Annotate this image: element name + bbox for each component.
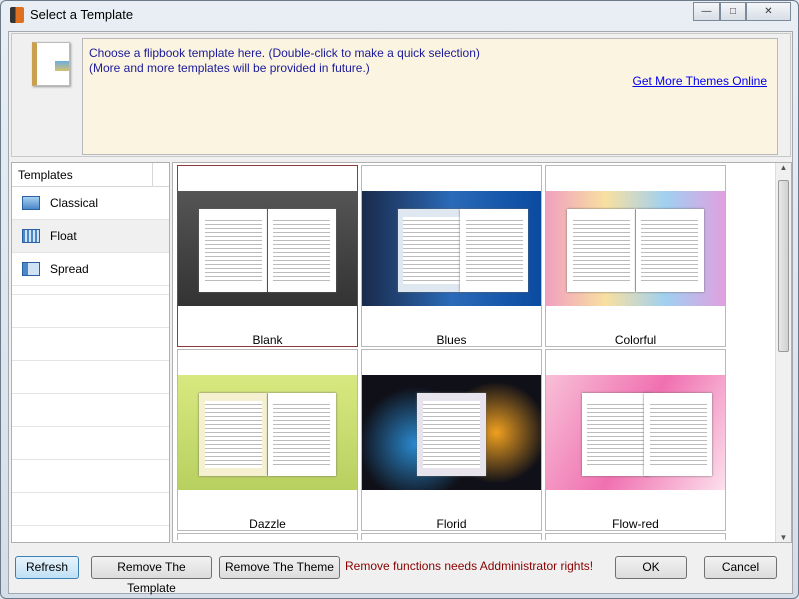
template-thumbnail: [546, 375, 725, 490]
scroll-down-icon[interactable]: ▼: [776, 533, 791, 542]
template-row-3[interactable]: [177, 533, 358, 540]
template-flow-red[interactable]: Flow-red: [545, 349, 726, 531]
window-title: Select a Template: [30, 7, 134, 22]
template-name: Flow-red: [612, 517, 659, 531]
template-name: Florid: [436, 517, 467, 531]
scrollbar-thumb[interactable]: [778, 180, 789, 352]
get-more-themes-link[interactable]: Get More Themes Online: [632, 74, 767, 89]
template-thumbnail: [178, 191, 357, 306]
category-float[interactable]: Float: [12, 220, 169, 253]
spread-layout-icon: [22, 262, 40, 276]
header-panel: Choose a flipbook template here. (Double…: [11, 33, 791, 157]
document-icon: [32, 42, 70, 86]
template-grid: Blank Blues Colorful Dazzle Florid Flow-…: [172, 162, 792, 543]
template-category-list: Templates Classical Float Spread: [11, 162, 170, 543]
template-colorful[interactable]: Colorful: [545, 165, 726, 347]
category-spread[interactable]: Spread: [12, 253, 169, 286]
app-icon: [10, 7, 24, 23]
maximize-button[interactable]: □: [720, 2, 746, 21]
remove-template-button[interactable]: Remove The Template: [91, 556, 212, 595]
info-box: Choose a flipbook template here. (Double…: [82, 38, 778, 155]
template-blues[interactable]: Blues: [361, 165, 542, 347]
info-line-1: Choose a flipbook template here. (Double…: [89, 46, 480, 60]
template-thumbnail: [178, 375, 357, 490]
category-label: Spread: [50, 262, 89, 276]
float-layout-icon: [22, 229, 40, 243]
template-name: Colorful: [614, 333, 657, 347]
templates-header: Templates: [12, 163, 169, 187]
template-name: Blues: [436, 333, 467, 347]
ok-button[interactable]: OK: [615, 556, 687, 579]
template-florid[interactable]: Florid: [361, 349, 542, 531]
cancel-button[interactable]: Cancel: [704, 556, 777, 579]
dialog-window: Select a Template — □ ✕ Choose a flipboo…: [0, 0, 799, 599]
minimize-button[interactable]: —: [693, 2, 720, 21]
template-name: Dazzle: [249, 517, 286, 531]
template-thumbnail: [546, 191, 725, 306]
scroll-up-icon[interactable]: ▲: [776, 163, 791, 172]
template-dazzle[interactable]: Dazzle: [177, 349, 358, 531]
classical-layout-icon: [22, 196, 40, 210]
template-row-3[interactable]: [361, 533, 542, 540]
template-blank[interactable]: Blank: [177, 165, 358, 347]
template-name: Blank: [252, 333, 283, 347]
category-label: Float: [50, 229, 77, 243]
template-row-3[interactable]: [545, 533, 726, 540]
refresh-button[interactable]: Refresh: [15, 556, 79, 579]
vertical-scrollbar[interactable]: ▲ ▼: [775, 163, 791, 542]
admin-warning: Remove functions needs Addministrator ri…: [345, 559, 594, 573]
dialog-body: Choose a flipbook template here. (Double…: [8, 31, 793, 594]
remove-theme-button[interactable]: Remove The Theme: [219, 556, 340, 579]
category-classical[interactable]: Classical: [12, 187, 169, 220]
close-button[interactable]: ✕: [746, 2, 791, 21]
template-thumbnail: [362, 191, 541, 306]
template-thumbnail: [362, 375, 541, 490]
category-label: Classical: [50, 196, 99, 210]
